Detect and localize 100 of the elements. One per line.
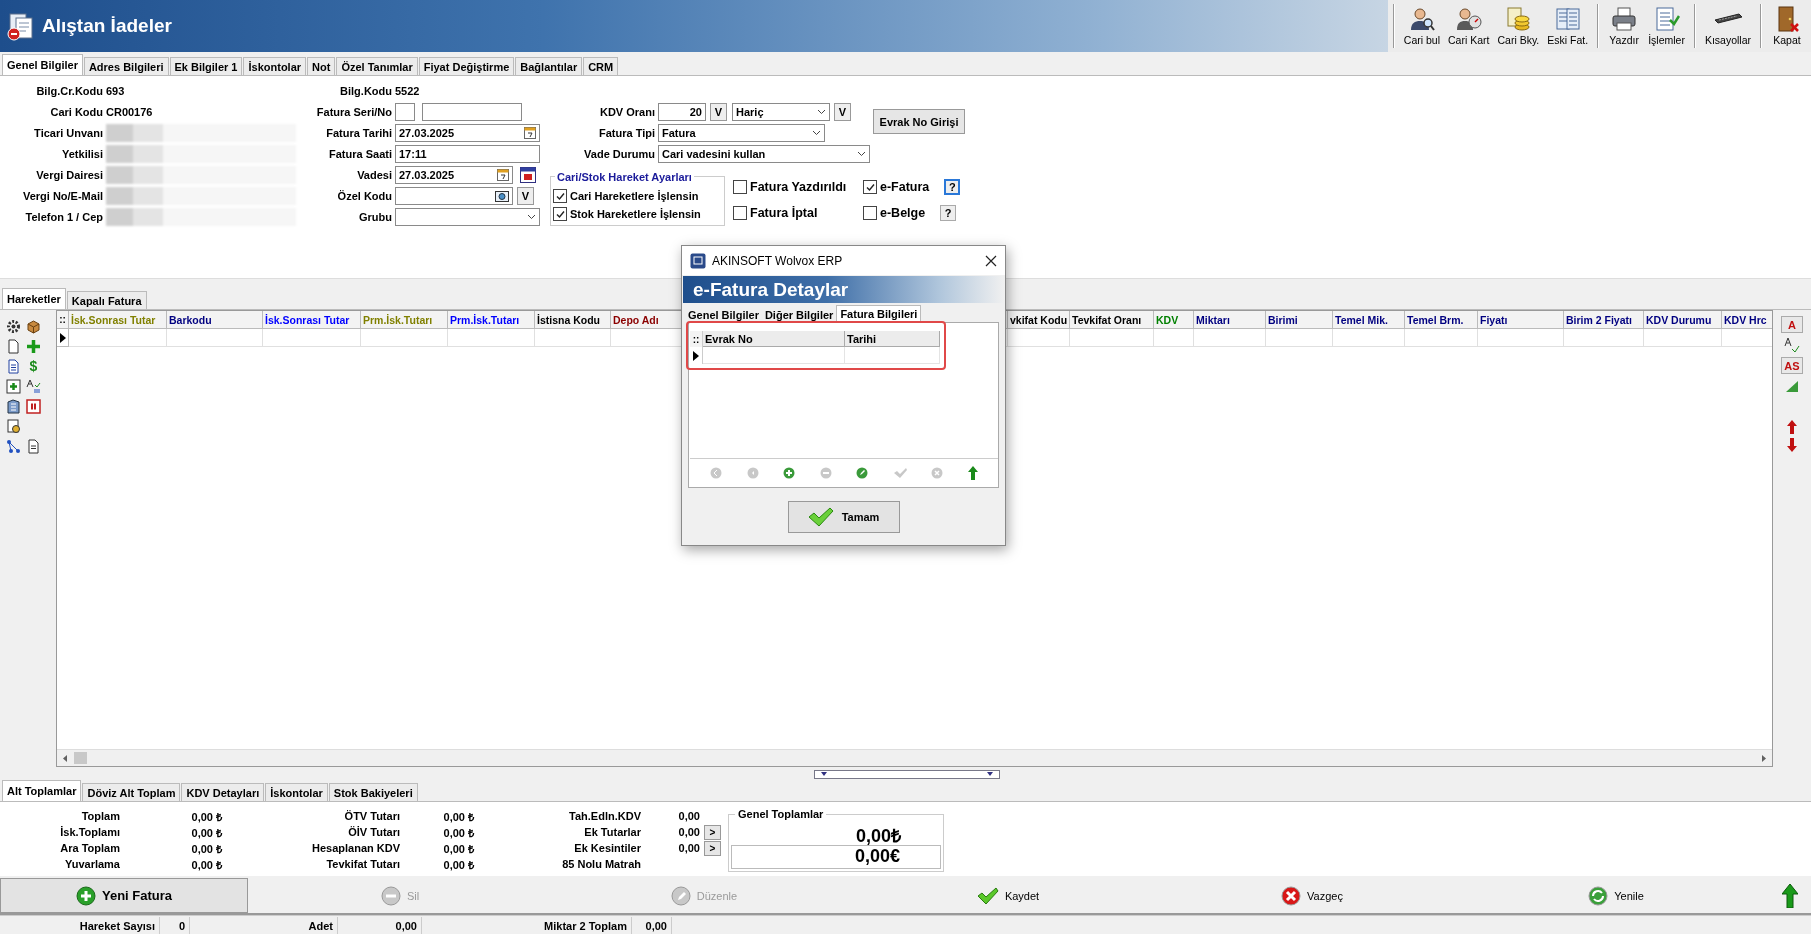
input-field[interactable]	[422, 102, 522, 121]
table-cell[interactable]	[703, 347, 845, 364]
checkbox[interactable]	[863, 206, 877, 220]
tab[interactable]: KDV Detayları	[181, 783, 265, 801]
splitter-handle[interactable]	[814, 769, 1000, 779]
column-header[interactable]: Tarihi	[845, 331, 940, 347]
toolbar-button[interactable]: Cari bul	[1399, 0, 1445, 52]
check-icon[interactable]	[892, 467, 907, 479]
table-cell[interactable]	[535, 329, 611, 347]
column-header[interactable]: Miktarı	[1194, 311, 1266, 329]
gear-icon[interactable]	[6, 318, 21, 334]
add-record-icon[interactable]	[783, 467, 796, 479]
input-field[interactable]	[395, 186, 513, 205]
table-cell[interactable]	[1478, 329, 1564, 347]
scroll-right-icon[interactable]	[1759, 753, 1768, 763]
arrow-up-icon[interactable]	[967, 466, 978, 480]
column-header[interactable]: İsk.Sonrası Tutar	[69, 311, 167, 329]
date-field[interactable]: 27.03.2025	[395, 165, 513, 184]
checkbox[interactable]	[733, 180, 747, 194]
tab[interactable]: Kapalı Fatura	[66, 291, 147, 309]
tab[interactable]: Döviz Alt Toplam	[82, 783, 181, 801]
column-header[interactable]: KDV	[1154, 311, 1194, 329]
arrow-up-icon[interactable]	[1781, 883, 1798, 908]
tab[interactable]: Genel Bilgiler	[685, 307, 762, 322]
action-button[interactable]: Kaydet	[856, 878, 1160, 913]
v-button[interactable]: V	[710, 102, 727, 121]
network-icon[interactable]	[6, 438, 21, 454]
column-header[interactable]: Prm.İsk.Tutarı	[448, 311, 535, 329]
close-icon[interactable]	[985, 254, 997, 267]
tab[interactable]: Hareketler	[2, 288, 66, 309]
edit-record-icon[interactable]	[856, 467, 869, 479]
table-cell[interactable]	[1070, 329, 1154, 347]
action-button[interactable]: Yenile	[1464, 878, 1768, 913]
table-cell[interactable]	[845, 347, 940, 364]
settings-document-icon[interactable]	[6, 418, 21, 434]
spellcheck-icon[interactable]	[26, 378, 41, 394]
table-cell[interactable]	[1564, 329, 1644, 347]
column-header[interactable]: KDV Durumu	[1644, 311, 1722, 329]
triangle-icon[interactable]	[1784, 378, 1800, 394]
table-cell[interactable]	[263, 329, 361, 347]
table-cell[interactable]	[1008, 329, 1070, 347]
camera-icon[interactable]	[495, 189, 509, 202]
column-header[interactable]: Temel Brm.	[1405, 311, 1478, 329]
checkbox[interactable]	[553, 207, 567, 221]
tab[interactable]: İskontolar	[265, 783, 328, 801]
column-header[interactable]: Tevkifat Oranı	[1070, 311, 1154, 329]
column-header[interactable]: Prm.İsk.Tutarı	[361, 311, 448, 329]
font-button[interactable]: A	[1781, 316, 1803, 333]
table-cell[interactable]	[1333, 329, 1405, 347]
dropdown[interactable]: Cari vadesini kullan	[658, 144, 870, 163]
expand-button[interactable]: >	[704, 824, 721, 840]
tab[interactable]: CRM	[583, 57, 619, 75]
table-cell[interactable]	[448, 329, 535, 347]
column-header[interactable]: Evrak No	[703, 331, 845, 347]
table-cell[interactable]	[167, 329, 263, 347]
calendar-icon[interactable]	[497, 168, 509, 181]
column-header[interactable]: Fiyatı	[1478, 311, 1564, 329]
v-button[interactable]: V	[834, 102, 851, 121]
scroll-left-icon[interactable]	[61, 753, 70, 763]
column-header[interactable]: vkifat Kodu	[1008, 311, 1070, 329]
document-icon[interactable]	[6, 358, 21, 374]
table-cell[interactable]	[69, 329, 167, 347]
checkbox[interactable]	[863, 180, 877, 194]
input-field[interactable]: 17:11	[395, 144, 540, 163]
document-icon[interactable]	[6, 338, 21, 354]
v-button[interactable]: V	[517, 186, 534, 205]
action-button[interactable]: Vazgeç	[1160, 878, 1464, 913]
tab[interactable]: Fiyat Değiştirme	[418, 57, 515, 75]
move-down-icon[interactable]	[1786, 438, 1798, 452]
building-icon[interactable]	[6, 398, 21, 414]
tab[interactable]: Özel Tanımlar	[336, 57, 418, 75]
toolbar-button[interactable]: Cari Kart	[1444, 0, 1494, 52]
date-field[interactable]: 27.03.2025	[395, 123, 540, 142]
column-header[interactable]: Birim 2 Fiyatı	[1564, 311, 1644, 329]
ok-button[interactable]: Tamam	[787, 500, 900, 533]
input-field[interactable]	[395, 102, 415, 121]
action-button[interactable]: Yeni Fatura	[0, 878, 248, 913]
currency-button[interactable]: $	[26, 358, 41, 374]
tab[interactable]: Ek Bilgiler 1	[169, 57, 243, 75]
table-cell[interactable]	[361, 329, 448, 347]
checkbox[interactable]	[733, 206, 747, 220]
table-cell[interactable]	[1266, 329, 1333, 347]
stop-icon[interactable]	[26, 398, 41, 414]
column-header[interactable]: Barkodu	[167, 311, 263, 329]
column-header[interactable]: Birimi	[1266, 311, 1333, 329]
move-up-icon[interactable]	[1786, 420, 1798, 434]
toolbar-button[interactable]: Eski Fat.	[1543, 0, 1593, 52]
help-button[interactable]: ?	[940, 205, 957, 221]
tab[interactable]: Diğer Bilgiler	[761, 307, 837, 322]
expand-button[interactable]: >	[704, 840, 721, 856]
table-cell[interactable]	[1154, 329, 1194, 347]
tab[interactable]: Not	[307, 57, 336, 75]
style-button[interactable]: AS	[1781, 357, 1803, 374]
toolbar-button[interactable]: İşlemler	[1644, 0, 1689, 52]
calendar-icon[interactable]	[524, 126, 536, 139]
add-document-icon[interactable]	[6, 378, 21, 394]
toolbar-button[interactable]: Cari Bky.	[1493, 0, 1544, 52]
horizontal-scrollbar[interactable]	[57, 749, 1772, 766]
tab[interactable]: Stok Bakiyeleri	[328, 783, 418, 801]
input-field[interactable]: 20	[658, 102, 706, 121]
